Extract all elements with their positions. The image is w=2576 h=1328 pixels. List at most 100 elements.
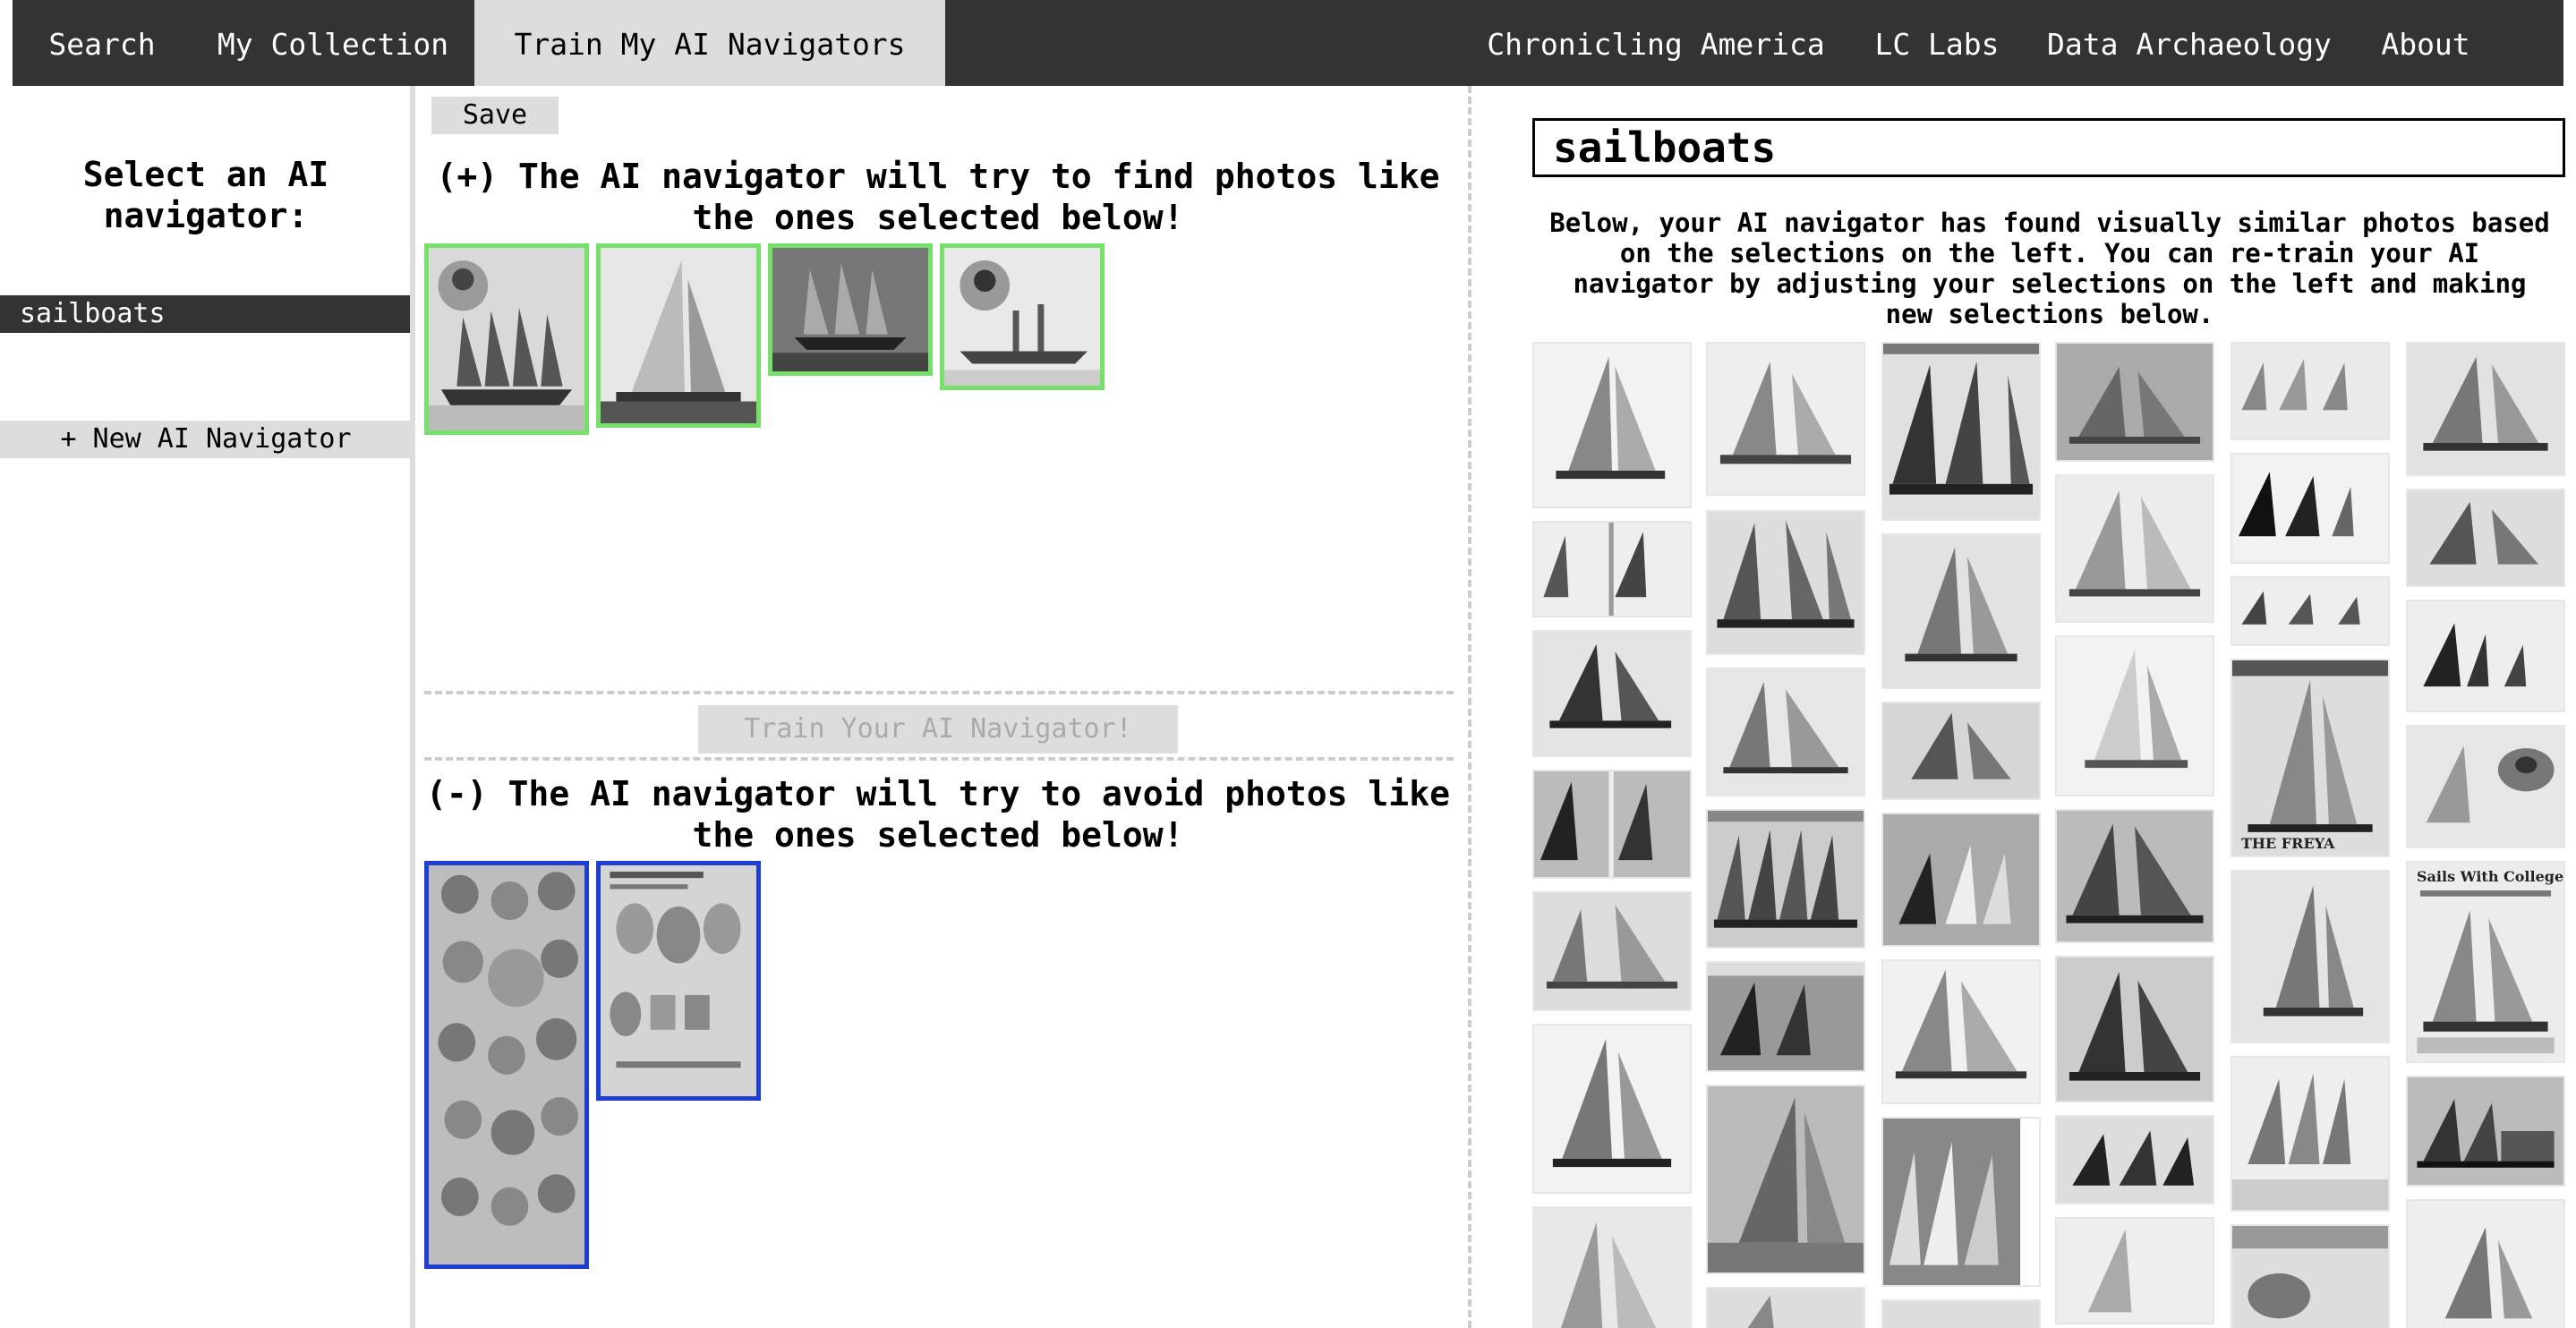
- photo-image: [1883, 344, 2039, 519]
- nav-data-archaeology[interactable]: Data Archaeology: [2025, 0, 2354, 86]
- result-photo[interactable]: [1706, 342, 1865, 496]
- photo-image: [601, 248, 756, 423]
- result-photo[interactable]: [1881, 1117, 2041, 1287]
- result-photo[interactable]: [2055, 635, 2214, 796]
- result-photo[interactable]: [1532, 342, 1692, 508]
- positive-photo[interactable]: [424, 243, 589, 435]
- result-photo[interactable]: [2231, 1056, 2390, 1212]
- photo-image: [2232, 344, 2388, 438]
- photo-image: [429, 248, 584, 430]
- photo-image: [2408, 1077, 2563, 1185]
- photo-image: [601, 865, 756, 1096]
- result-photo[interactable]: [2055, 342, 2214, 462]
- photo-image: [2232, 1226, 2388, 1328]
- photo-image: [1883, 1119, 2039, 1285]
- photo-image: [2408, 863, 2563, 1061]
- result-photo[interactable]: [2231, 870, 2390, 1043]
- result-photo[interactable]: [1881, 533, 2041, 689]
- nav-lc-labs[interactable]: LC Labs: [1849, 0, 2025, 86]
- result-photo[interactable]: [2231, 453, 2390, 564]
- result-photo[interactable]: [1532, 891, 1692, 1011]
- result-photo[interactable]: [2231, 576, 2390, 646]
- positive-heading: (+) The AI navigator will try to find ph…: [436, 157, 1440, 237]
- section-divider-bottom: [424, 757, 1454, 761]
- result-photo[interactable]: [1706, 668, 1865, 796]
- negative-photo[interactable]: [424, 861, 589, 1269]
- result-photo[interactable]: [2406, 1199, 2565, 1328]
- photo-image: [1534, 1026, 1690, 1192]
- result-photo[interactable]: [2231, 1224, 2390, 1328]
- results-description: Below, your AI navigator has found visua…: [1549, 208, 2550, 329]
- nav-about[interactable]: About: [2354, 0, 2497, 86]
- photo-image: [944, 248, 1100, 386]
- result-photo[interactable]: [1532, 630, 1692, 757]
- result-photo[interactable]: [2055, 809, 2214, 943]
- photo-caption: Sails With College Men: [2417, 868, 2564, 885]
- result-photo[interactable]: Sails With College Men: [2406, 861, 2565, 1063]
- result-photo[interactable]: [2406, 1076, 2565, 1187]
- sidebar-heading: Select an AI navigator:: [82, 155, 329, 235]
- result-photo[interactable]: [1881, 702, 2041, 800]
- photo-image: [2057, 958, 2213, 1101]
- top-navigation-bar: Search My Collection Train My AI Navigat…: [13, 0, 2563, 86]
- result-photo[interactable]: [2231, 342, 2390, 440]
- new-ai-navigator-button[interactable]: + New AI Navigator: [0, 421, 412, 458]
- photo-image: [1534, 771, 1690, 877]
- result-photo[interactable]: [1706, 1085, 1865, 1274]
- result-photo[interactable]: [2055, 1217, 2214, 1324]
- nav-my-collection[interactable]: My Collection: [192, 0, 474, 86]
- result-photo[interactable]: [2055, 956, 2214, 1102]
- photo-image: [1708, 1086, 1864, 1273]
- photo-image: [2232, 578, 2388, 644]
- photo-image: [2232, 455, 2388, 562]
- save-button[interactable]: Save: [431, 97, 559, 134]
- result-photo[interactable]: [2406, 342, 2565, 476]
- result-photo[interactable]: THE FREYA: [2231, 659, 2390, 857]
- result-photo[interactable]: [1706, 809, 1865, 949]
- negative-heading: (-) The AI navigator will try to avoid p…: [426, 774, 1450, 855]
- photo-image: [1534, 344, 1690, 507]
- result-photo[interactable]: [1881, 342, 2041, 521]
- photo-image: [1708, 344, 1864, 494]
- result-photo[interactable]: [1881, 813, 2041, 947]
- photo-image: [1708, 669, 1864, 795]
- result-photo[interactable]: [1881, 1299, 2041, 1328]
- photo-image: [1708, 1289, 1864, 1328]
- positive-photo[interactable]: [940, 243, 1105, 390]
- result-photo[interactable]: [2055, 474, 2214, 623]
- result-photo[interactable]: [2406, 600, 2565, 712]
- photo-image: [2057, 476, 2213, 621]
- result-photo[interactable]: [1532, 1024, 1692, 1194]
- nav-train-my-ai-navigators[interactable]: Train My AI Navigators: [474, 0, 945, 86]
- nav-chronicling-america[interactable]: Chronicling America: [1463, 0, 1849, 86]
- photo-caption: THE FREYA: [2241, 835, 2335, 852]
- result-photo[interactable]: [1706, 961, 1865, 1072]
- photo-image: [2408, 1201, 2563, 1328]
- result-photo[interactable]: [1706, 1287, 1865, 1328]
- negative-photo[interactable]: [596, 861, 761, 1101]
- result-photo[interactable]: [2406, 725, 2565, 848]
- positive-photo[interactable]: [596, 243, 761, 428]
- photo-image: [1534, 523, 1690, 616]
- result-photo[interactable]: [2055, 1115, 2214, 1205]
- result-photo[interactable]: [1881, 959, 2041, 1104]
- photo-image: [2232, 872, 2388, 1042]
- photo-image: [1883, 703, 2039, 798]
- result-photo[interactable]: [1532, 521, 1692, 617]
- positive-photo[interactable]: [768, 243, 933, 376]
- photo-image: [1883, 961, 2039, 1102]
- photo-image: [2408, 490, 2563, 585]
- photo-image: [2057, 344, 2213, 460]
- result-photo[interactable]: [1532, 770, 1692, 879]
- photo-image: [2408, 344, 2563, 474]
- result-photo[interactable]: [2406, 489, 2565, 587]
- navigator-item-sailboats[interactable]: sailboats: [0, 295, 412, 333]
- result-photo[interactable]: [1706, 510, 1865, 655]
- train-ai-navigator-button: Train Your AI Navigator!: [698, 705, 1178, 753]
- photo-image: [2232, 660, 2388, 856]
- photo-image: [2057, 1117, 2213, 1203]
- navigator-name-input[interactable]: [1532, 118, 2565, 177]
- nav-search[interactable]: Search: [13, 0, 192, 86]
- photo-image: [2232, 1058, 2388, 1210]
- result-photo[interactable]: [1532, 1206, 1692, 1328]
